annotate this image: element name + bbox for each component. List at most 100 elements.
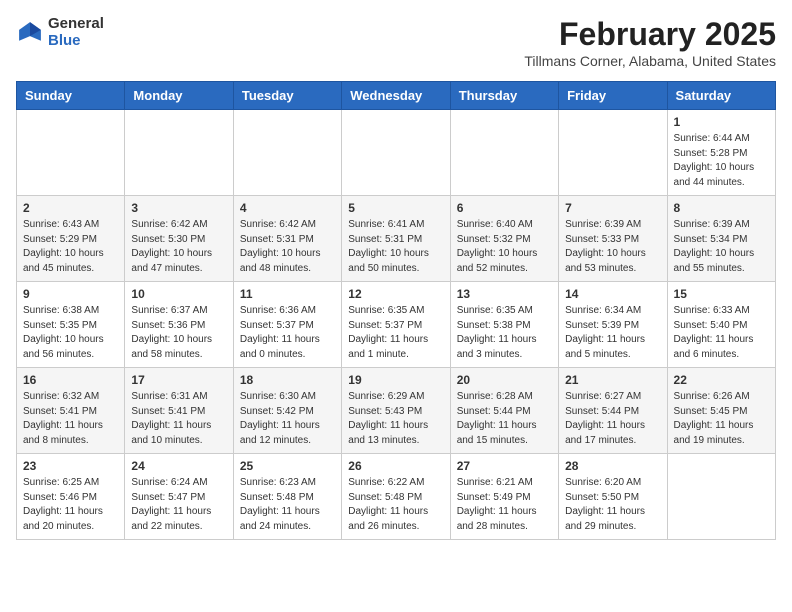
logo-blue-text: Blue [48, 33, 104, 50]
location: Tillmans Corner, Alabama, United States [524, 53, 776, 69]
day-number: 14 [565, 287, 660, 301]
cell-content: Sunrise: 6:34 AM Sunset: 5:39 PM Dayligh… [565, 304, 660, 362]
calendar-cell: 18 Sunrise: 6:30 AM Sunset: 5:42 PM Dayli… [233, 368, 341, 454]
calendar-cell: 13 Sunrise: 6:35 AM Sunset: 5:38 PM Dayli… [450, 282, 558, 368]
day-number: 7 [565, 201, 660, 215]
calendar-cell: 5Sunrise: 6:41 AM Sunset: 5:31 PM Daylig… [342, 196, 450, 282]
week-row-3: 9 Sunrise: 6:38 AM Sunset: 5:35 PM Daylig… [17, 282, 776, 368]
cell-content: Sunrise: 6:30 AM Sunset: 5:42 PM Dayligh… [240, 390, 335, 448]
calendar-cell: 20Sunrise: 6:28 AM Sunset: 5:44 PM Dayli… [450, 368, 558, 454]
logo-icon [16, 19, 44, 47]
title-section: February 2025 Tillmans Corner, Alabama, … [524, 16, 776, 69]
day-number: 27 [457, 459, 552, 473]
calendar-cell: 3 Sunrise: 6:42 AM Sunset: 5:30 PM Daylig… [125, 196, 233, 282]
day-number: 4 [240, 201, 335, 215]
week-row-1: 1 Sunrise: 6:44 AM Sunset: 5:28 PM Daylig… [17, 110, 776, 196]
cell-content: Sunrise: 6:36 AM Sunset: 5:37 PM Dayligh… [240, 304, 335, 362]
weekday-header-sunday: Sunday [17, 82, 125, 110]
day-number: 12 [348, 287, 443, 301]
cell-content: Sunrise: 6:24 AM Sunset: 5:47 PM Dayligh… [131, 476, 226, 534]
cell-content: Sunrise: 6:29 AM Sunset: 5:43 PM Dayligh… [348, 390, 443, 448]
cell-content: Sunrise: 6:21 AM Sunset: 5:49 PM Dayligh… [457, 476, 552, 534]
cell-content: Sunrise: 6:31 AM Sunset: 5:41 PM Dayligh… [131, 390, 226, 448]
cell-content: Sunrise: 6:23 AM Sunset: 5:48 PM Dayligh… [240, 476, 335, 534]
day-number: 10 [131, 287, 226, 301]
calendar-cell: 15Sunrise: 6:33 AM Sunset: 5:40 PM Dayli… [667, 282, 775, 368]
cell-content: Sunrise: 6:43 AM Sunset: 5:29 PM Dayligh… [23, 218, 118, 276]
month-title: February 2025 [524, 16, 776, 53]
day-number: 2 [23, 201, 118, 215]
day-number: 26 [348, 459, 443, 473]
page-header: General Blue February 2025 Tillmans Corn… [16, 16, 776, 69]
cell-content: Sunrise: 6:42 AM Sunset: 5:31 PM Dayligh… [240, 218, 335, 276]
cell-content: Sunrise: 6:33 AM Sunset: 5:40 PM Dayligh… [674, 304, 769, 362]
day-number: 25 [240, 459, 335, 473]
day-number: 18 [240, 373, 335, 387]
day-number: 24 [131, 459, 226, 473]
day-number: 28 [565, 459, 660, 473]
cell-content: Sunrise: 6:37 AM Sunset: 5:36 PM Dayligh… [131, 304, 226, 362]
calendar-cell: 2 Sunrise: 6:43 AM Sunset: 5:29 PM Daylig… [17, 196, 125, 282]
cell-content: Sunrise: 6:38 AM Sunset: 5:35 PM Dayligh… [23, 304, 118, 362]
calendar-cell [450, 110, 558, 196]
calendar-cell: 12 Sunrise: 6:35 AM Sunset: 5:37 PM Dayli… [342, 282, 450, 368]
cell-content: Sunrise: 6:44 AM Sunset: 5:28 PM Dayligh… [674, 132, 769, 190]
weekday-header-saturday: Saturday [667, 82, 775, 110]
cell-content: Sunrise: 6:22 AM Sunset: 5:48 PM Dayligh… [348, 476, 443, 534]
week-row-4: 16 Sunrise: 6:32 AM Sunset: 5:41 PM Dayli… [17, 368, 776, 454]
day-number: 16 [23, 373, 118, 387]
day-number: 5 [348, 201, 443, 215]
week-row-5: 23 Sunrise: 6:25 AM Sunset: 5:46 PM Dayli… [17, 454, 776, 540]
calendar-cell [342, 110, 450, 196]
day-number: 9 [23, 287, 118, 301]
cell-content: Sunrise: 6:39 AM Sunset: 5:33 PM Dayligh… [565, 218, 660, 276]
day-number: 3 [131, 201, 226, 215]
calendar-cell [17, 110, 125, 196]
weekday-header-friday: Friday [559, 82, 667, 110]
calendar-cell: 10 Sunrise: 6:37 AM Sunset: 5:36 PM Dayli… [125, 282, 233, 368]
calendar-cell: 16 Sunrise: 6:32 AM Sunset: 5:41 PM Dayli… [17, 368, 125, 454]
day-number: 19 [348, 373, 443, 387]
weekday-header-tuesday: Tuesday [233, 82, 341, 110]
calendar-cell: 17 Sunrise: 6:31 AM Sunset: 5:41 PM Dayli… [125, 368, 233, 454]
logo: General Blue [16, 16, 104, 49]
calendar-cell: 23 Sunrise: 6:25 AM Sunset: 5:46 PM Dayli… [17, 454, 125, 540]
day-number: 13 [457, 287, 552, 301]
calendar-cell: 27 Sunrise: 6:21 AM Sunset: 5:49 PM Dayli… [450, 454, 558, 540]
calendar-cell [559, 110, 667, 196]
day-number: 6 [457, 201, 552, 215]
calendar-cell [125, 110, 233, 196]
day-number: 1 [674, 115, 769, 129]
calendar-cell: 28 Sunrise: 6:20 AM Sunset: 5:50 PM Dayli… [559, 454, 667, 540]
cell-content: Sunrise: 6:35 AM Sunset: 5:37 PM Dayligh… [348, 304, 443, 362]
cell-content: Sunrise: 6:26 AM Sunset: 5:45 PM Dayligh… [674, 390, 769, 448]
cell-content: Sunrise: 6:39 AM Sunset: 5:34 PM Dayligh… [674, 218, 769, 276]
weekday-header-row: SundayMondayTuesdayWednesdayThursdayFrid… [17, 82, 776, 110]
cell-content: Sunrise: 6:27 AM Sunset: 5:44 PM Dayligh… [565, 390, 660, 448]
weekday-header-thursday: Thursday [450, 82, 558, 110]
calendar-header: SundayMondayTuesdayWednesdayThursdayFrid… [17, 82, 776, 110]
cell-content: Sunrise: 6:25 AM Sunset: 5:46 PM Dayligh… [23, 476, 118, 534]
logo-text: General Blue [48, 16, 104, 49]
week-row-2: 2 Sunrise: 6:43 AM Sunset: 5:29 PM Daylig… [17, 196, 776, 282]
calendar-cell: 8 Sunrise: 6:39 AM Sunset: 5:34 PM Daylig… [667, 196, 775, 282]
calendar-table: SundayMondayTuesdayWednesdayThursdayFrid… [16, 81, 776, 540]
day-number: 23 [23, 459, 118, 473]
cell-content: Sunrise: 6:32 AM Sunset: 5:41 PM Dayligh… [23, 390, 118, 448]
calendar-cell: 4 Sunrise: 6:42 AM Sunset: 5:31 PM Daylig… [233, 196, 341, 282]
calendar-cell: 22Sunrise: 6:26 AM Sunset: 5:45 PM Dayli… [667, 368, 775, 454]
calendar-cell: 24 Sunrise: 6:24 AM Sunset: 5:47 PM Dayli… [125, 454, 233, 540]
cell-content: Sunrise: 6:42 AM Sunset: 5:30 PM Dayligh… [131, 218, 226, 276]
cell-content: Sunrise: 6:28 AM Sunset: 5:44 PM Dayligh… [457, 390, 552, 448]
cell-content: Sunrise: 6:40 AM Sunset: 5:32 PM Dayligh… [457, 218, 552, 276]
cell-content: Sunrise: 6:35 AM Sunset: 5:38 PM Dayligh… [457, 304, 552, 362]
calendar-cell: 1 Sunrise: 6:44 AM Sunset: 5:28 PM Daylig… [667, 110, 775, 196]
weekday-header-monday: Monday [125, 82, 233, 110]
cell-content: Sunrise: 6:20 AM Sunset: 5:50 PM Dayligh… [565, 476, 660, 534]
day-number: 17 [131, 373, 226, 387]
calendar-cell: 25 Sunrise: 6:23 AM Sunset: 5:48 PM Dayli… [233, 454, 341, 540]
weekday-header-wednesday: Wednesday [342, 82, 450, 110]
calendar-cell [667, 454, 775, 540]
calendar-cell: 26 Sunrise: 6:22 AM Sunset: 5:48 PM Dayli… [342, 454, 450, 540]
day-number: 8 [674, 201, 769, 215]
